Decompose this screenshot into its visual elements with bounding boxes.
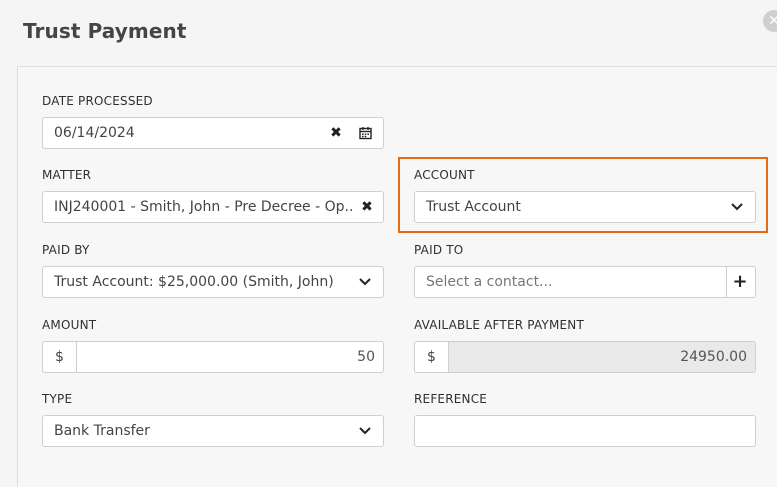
available-after-payment-field: $ 24950.00 — [414, 341, 756, 373]
available-value: 24950.00 — [680, 349, 747, 365]
paid-by-label: PAID BY — [42, 243, 90, 257]
amount-value: 50 — [357, 349, 375, 365]
account-label: ACCOUNT — [414, 168, 475, 182]
modal-title: Trust Payment — [23, 19, 187, 43]
amount-input[interactable]: $ 50 — [42, 341, 384, 373]
available-after-payment-label: AVAILABLE AFTER PAYMENT — [414, 318, 584, 332]
calendar-icon[interactable] — [355, 118, 375, 148]
account-select[interactable]: Trust Account — [414, 191, 756, 223]
matter-value: INJ240001 - Smith, John - Pre Decree - O… — [54, 199, 354, 215]
reference-input[interactable] — [414, 415, 756, 447]
type-value: Bank Transfer — [54, 423, 150, 439]
amount-label: AMOUNT — [42, 318, 97, 332]
clear-matter-icon[interactable]: ✖ — [359, 192, 375, 222]
matter-label: MATTER — [42, 168, 92, 182]
clear-date-icon[interactable]: ✖ — [327, 118, 345, 148]
chevron-down-icon[interactable] — [357, 416, 373, 446]
chevron-down-icon[interactable] — [357, 267, 373, 297]
close-icon[interactable]: ✕ — [763, 10, 777, 32]
date-processed-input[interactable]: 06/14/2024 ✖ — [42, 117, 384, 149]
date-processed-value: 06/14/2024 — [54, 125, 135, 141]
date-processed-label: DATE PROCESSED — [42, 94, 153, 108]
paid-by-select[interactable]: Trust Account: $25,000.00 (Smith, John) — [42, 266, 384, 298]
add-divider — [726, 267, 727, 297]
add-contact-icon[interactable]: + — [731, 267, 749, 297]
paid-to-label: PAID TO — [414, 243, 464, 257]
chevron-down-icon[interactable] — [729, 192, 745, 222]
reference-label: REFERENCE — [414, 392, 488, 406]
account-value: Trust Account — [426, 199, 521, 215]
paid-by-value: Trust Account: $25,000.00 (Smith, John) — [54, 274, 334, 290]
available-currency: $ — [415, 342, 449, 372]
type-select[interactable]: Bank Transfer — [42, 415, 384, 447]
paid-to-select[interactable]: Select a contact... + — [414, 266, 756, 298]
matter-select[interactable]: INJ240001 - Smith, John - Pre Decree - O… — [42, 191, 384, 223]
amount-currency: $ — [43, 342, 77, 372]
type-label: TYPE — [42, 392, 73, 406]
paid-to-placeholder: Select a contact... — [426, 274, 553, 290]
